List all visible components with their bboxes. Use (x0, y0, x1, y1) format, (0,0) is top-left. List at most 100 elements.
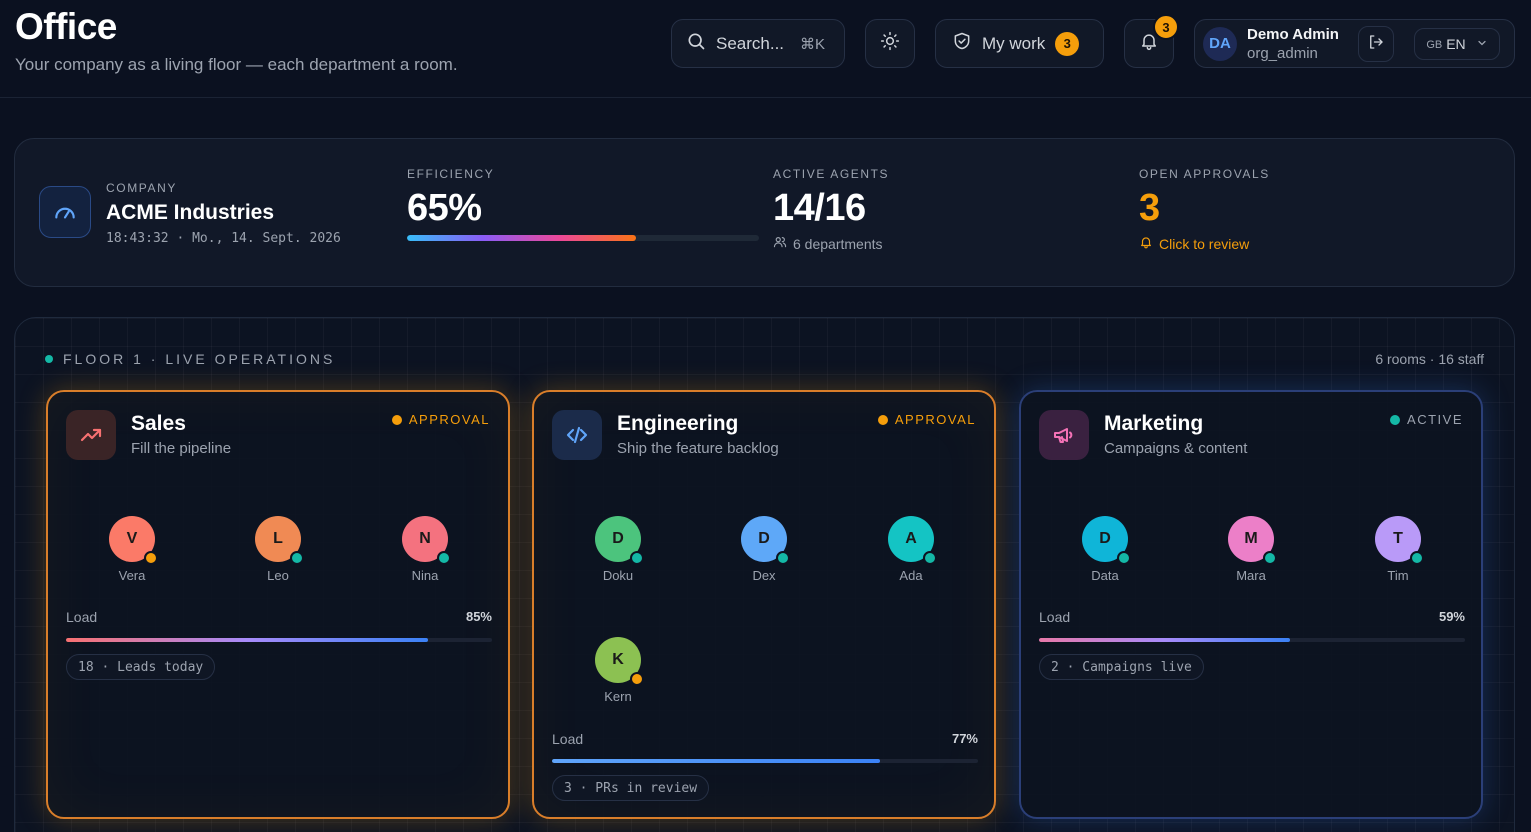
efficiency-bar (407, 235, 759, 241)
user-name: Demo Admin (1247, 25, 1339, 43)
bell-icon (1139, 235, 1153, 252)
shield-icon (952, 31, 972, 56)
status-label: ACTIVE (1407, 412, 1463, 427)
search-label: Search... (716, 33, 785, 53)
agent-name: Tim (1387, 568, 1409, 583)
open-approvals-value: 3 (1139, 187, 1160, 229)
metric-chip: 3 · PRs in review (552, 775, 710, 801)
users-icon (773, 235, 787, 252)
agent-avatar[interactable]: T Tim (1358, 516, 1438, 583)
user-menu: DA Demo Admin org_admin GB EN (1194, 19, 1515, 68)
agent-avatar[interactable]: L Leo (238, 516, 318, 583)
search-icon (686, 31, 706, 56)
agent-name: Data (1091, 568, 1119, 583)
agent-status-dot (1117, 551, 1131, 565)
agent-initial: D (758, 530, 770, 547)
floor-meta: 6 rooms · 16 staff (1375, 351, 1484, 367)
efficiency-value: 65% (407, 187, 482, 229)
review-approvals-link[interactable]: Click to review (1139, 235, 1270, 252)
load-value: 85% (465, 609, 492, 624)
load-bar-fill (552, 759, 881, 763)
status-dot (391, 414, 402, 425)
open-approvals-stat: OPEN APPROVALS 3 Click to review (1139, 167, 1270, 252)
load-value: 77% (951, 731, 978, 746)
agent-avatar[interactable]: N Nina (385, 516, 465, 583)
status-badge: APPROVAL (877, 412, 976, 427)
page-title: Office (15, 6, 117, 47)
language-code: EN (1446, 36, 1466, 52)
agent-avatar[interactable]: D Data (1065, 516, 1145, 583)
gauge-icon (39, 186, 91, 238)
company-label: COMPANY (106, 181, 177, 195)
agent-avatar[interactable]: A Ada (871, 516, 951, 583)
notifications-button[interactable]: 3 (1124, 14, 1179, 68)
my-work-label: My work (982, 33, 1046, 53)
my-work-count-badge: 3 (1055, 31, 1080, 56)
notifications-count-badge: 3 (1153, 14, 1179, 40)
active-agents-stat: ACTIVE AGENTS 14/16 6 departments (773, 167, 889, 252)
room-sales[interactable]: Sales Fill the pipeline APPROVAL V Vera … (46, 390, 510, 819)
chevron-down-icon (1476, 36, 1488, 52)
office-floor: FLOOR 1 · LIVE OPERATIONS 6 rooms · 16 s… (14, 317, 1515, 832)
status-dot (1390, 414, 1401, 425)
agent-avatar[interactable]: V Vera (92, 516, 172, 583)
app-header: Office Your company as a living floor — … (0, 0, 1531, 98)
agent-status-dot (1410, 551, 1424, 565)
efficiency-bar-fill (407, 235, 636, 241)
my-work-button[interactable]: My work 3 (935, 19, 1104, 68)
load-value: 59% (1438, 609, 1465, 624)
room-title: Engineering (617, 412, 739, 435)
live-status-dot (45, 355, 53, 363)
agent-avatar[interactable]: D Dex (724, 516, 804, 583)
agent-avatar[interactable]: M Mara (1211, 516, 1291, 583)
load-label: Load (1039, 609, 1071, 625)
efficiency-label: EFFICIENCY (407, 167, 495, 181)
logout-button[interactable] (1358, 26, 1394, 62)
agent-initial: K (612, 651, 624, 668)
room-marketing[interactable]: Marketing Campaigns & content ACTIVE D D… (1019, 390, 1483, 819)
active-agents-value: 14/16 (773, 187, 866, 229)
agent-status-dot (144, 551, 158, 565)
agent-avatar[interactable]: D Doku (578, 516, 658, 583)
active-agents-label: ACTIVE AGENTS (773, 167, 890, 181)
load-bar (66, 638, 492, 642)
agent-status-dot (290, 551, 304, 565)
page-subtitle: Your company as a living floor — each de… (15, 55, 458, 74)
agent-initial: T (1393, 530, 1403, 547)
load-bar (1039, 638, 1465, 642)
room-title: Marketing (1104, 412, 1204, 435)
flag-label: GB (1426, 39, 1443, 51)
megaphone-icon (1039, 410, 1089, 460)
review-approvals-label: Click to review (1159, 235, 1250, 252)
sun-icon (880, 31, 900, 56)
agent-status-dot (776, 551, 790, 565)
agent-name: Dex (752, 568, 776, 583)
avatar[interactable]: DA (1203, 26, 1237, 61)
company-name: ACME Industries (106, 201, 275, 224)
status-badge: APPROVAL (391, 412, 490, 427)
room-subtitle: Fill the pipeline (131, 440, 232, 457)
theme-toggle-button[interactable] (865, 19, 915, 68)
agent-name: Vera (118, 568, 146, 583)
efficiency-stat: EFFICIENCY 65% (407, 167, 759, 241)
agent-initial: N (419, 530, 431, 547)
search-button[interactable]: Search... ⌘K (671, 19, 845, 68)
agent-initial: A (905, 530, 917, 547)
agent-name: Doku (602, 568, 634, 583)
agent-initial: D (1099, 530, 1111, 547)
departments-count: 6 departments (793, 235, 883, 252)
agent-name: Kern (604, 689, 632, 704)
load-bar-fill (66, 638, 429, 642)
open-approvals-label: OPEN APPROVALS (1139, 167, 1270, 181)
load-label: Load (66, 609, 98, 625)
search-shortcut: ⌘K (800, 35, 826, 53)
agent-name: Leo (267, 568, 289, 583)
language-select[interactable]: GB EN (1414, 28, 1500, 60)
company-datetime: 18:43:32 · Mo., 14. Sept. 2026 (106, 231, 341, 246)
room-subtitle: Ship the feature backlog (617, 440, 779, 457)
agent-initial: L (273, 530, 283, 547)
room-engineering[interactable]: Engineering Ship the feature backlog APP… (532, 390, 996, 819)
status-dot (877, 414, 888, 425)
agent-avatar[interactable]: K Kern (578, 637, 658, 704)
status-label: APPROVAL (894, 412, 976, 427)
